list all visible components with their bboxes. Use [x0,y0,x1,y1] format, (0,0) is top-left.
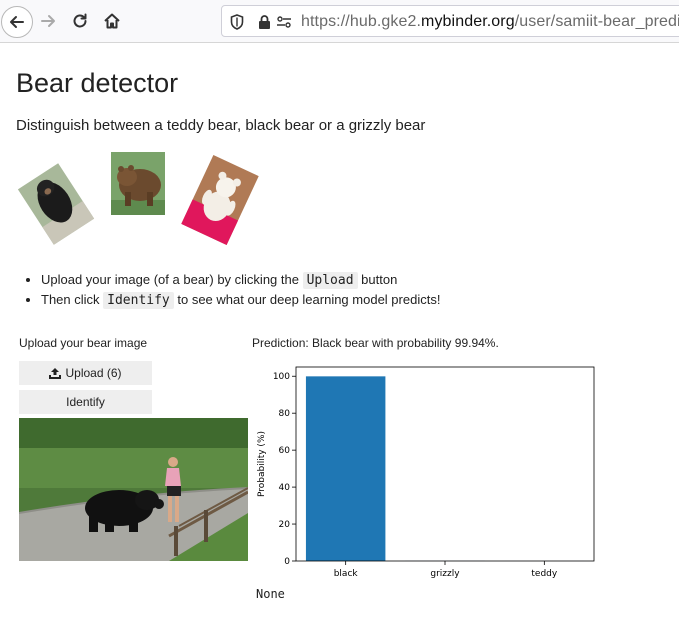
y-tick-label: 20 [279,520,291,530]
upload-code: Upload [302,272,358,289]
reload-button[interactable] [65,6,95,36]
y-tick-label: 60 [279,446,291,456]
page-title: Bear detector [16,68,179,98]
browser-toolbar: https://hub.gke2.mybinder.org/user/samii… [0,0,679,43]
instruction-text: Upload your image (of a bear) by clickin… [41,272,303,287]
arrow-right-icon [41,15,55,27]
reload-icon [73,13,87,28]
url-bar[interactable]: https://hub.gke2.mybinder.org/user/samii… [221,5,679,37]
grizzly-bear-thumbnail [111,152,165,215]
url-prefix: https://hub.gke2. [301,13,422,30]
y-tick-label: 40 [279,483,291,493]
instruction-item-identify: Then click Identify to see what our deep… [41,290,440,310]
forward-button[interactable] [33,6,63,36]
y-tick-label: 80 [279,409,291,419]
uploaded-bear-photo [19,418,248,561]
instruction-item-upload: Upload your image (of a bear) by clickin… [41,270,440,290]
output-text: None [256,587,285,601]
url-host: mybinder.org [421,13,515,30]
upload-button[interactable]: Upload (6) [19,361,152,385]
page-subtitle: Distinguish between a teddy bear, black … [16,117,426,134]
lock-icon[interactable] [258,14,271,30]
x-tick-label: grizzly [430,569,460,579]
prediction-text: Prediction: Black bear with probability … [252,336,499,350]
shield-icon[interactable] [230,14,244,30]
y-tick-label: 100 [273,372,290,382]
probability-chart: black grizzly teddy 0 20 40 60 80 100 Probability… [257,366,595,579]
teddy-bear-thumbnail [181,154,259,246]
y-axis-label: Probability (%) [257,431,267,497]
upload-button-label: Upload (6) [65,366,122,380]
black-bear-thumbnail [17,163,95,245]
upload-label: Upload your bear image [19,336,148,350]
url-path: /user/samiit-bear_predi [514,13,679,30]
upload-icon [49,367,62,379]
home-button[interactable] [97,6,127,36]
chart-bar-black [305,376,386,561]
home-icon [104,13,120,29]
x-tick-label: black [334,569,359,579]
identify-button-label: Identify [66,395,105,409]
identify-code: Identify [103,292,174,309]
back-button[interactable] [1,6,33,38]
instructions-list: Upload your image (of a bear) by clickin… [24,270,440,310]
instruction-text: button [357,272,398,287]
y-tick-label: 0 [284,557,290,567]
instruction-text: Then click [41,292,104,307]
instruction-text: to see what our deep learning model pred… [173,292,441,307]
site-permissions-icon[interactable] [276,14,292,30]
identify-button[interactable]: Identify [19,390,152,414]
url-text[interactable]: https://hub.gke2.mybinder.org/user/samii… [301,13,679,31]
arrow-left-icon [10,16,24,28]
x-tick-label: teddy [531,569,557,579]
